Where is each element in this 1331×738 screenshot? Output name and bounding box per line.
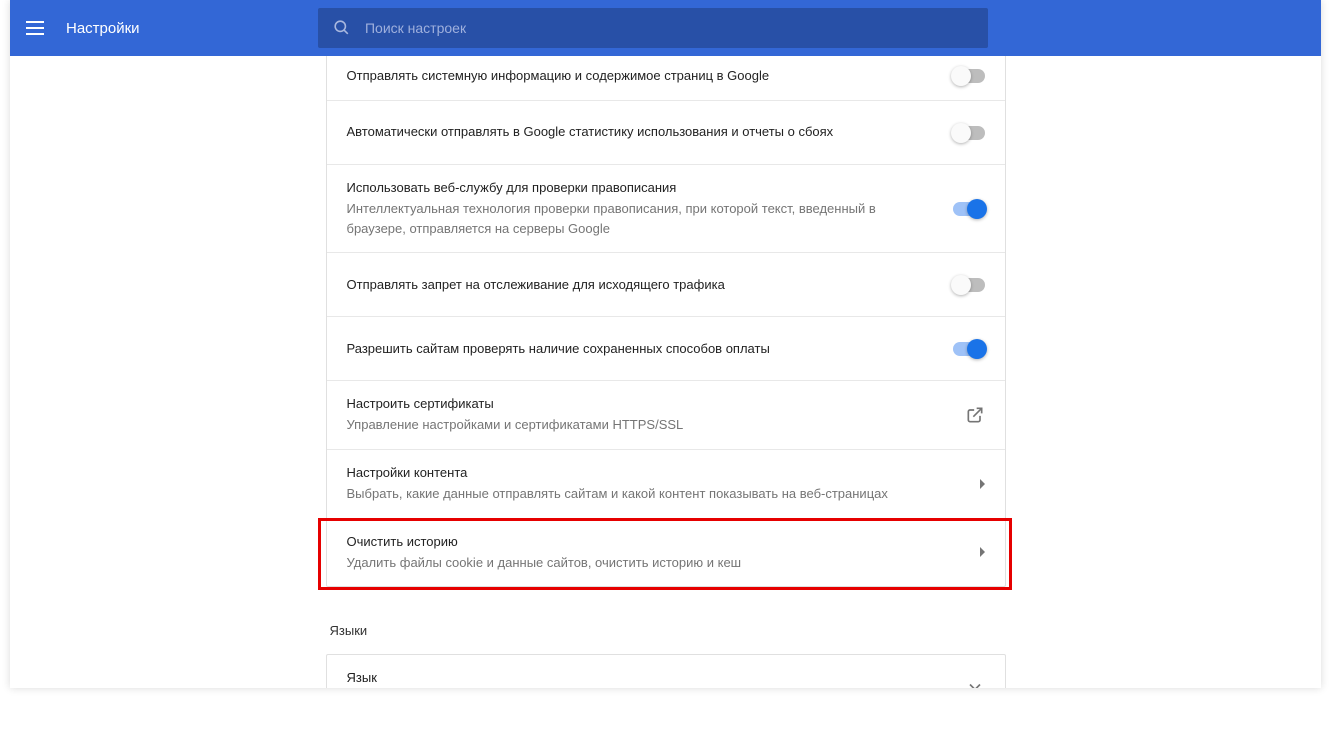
languages-panel: Язык русский Проверка правописания — [326, 654, 1006, 688]
external-link-icon — [965, 405, 985, 425]
row-title: Отправлять системную информацию и содерж… — [347, 67, 933, 85]
row-subtitle: Управление настройками и сертификатами H… — [347, 415, 945, 435]
row-title: Настройки контента — [347, 464, 960, 482]
row-content-settings[interactable]: Настройки контента Выбрать, какие данные… — [327, 449, 1005, 518]
row-subtitle: Удалить файлы cookie и данные сайтов, оч… — [347, 553, 960, 573]
header: Настройки — [10, 0, 1321, 56]
row-title: Разрешить сайтам проверять наличие сохра… — [347, 340, 933, 358]
row-clear-history[interactable]: Очистить историю Удалить файлы cookie и … — [327, 518, 1005, 587]
search-input[interactable] — [365, 20, 974, 36]
toggle-send-system-info[interactable] — [953, 69, 985, 83]
row-title: Отправлять запрет на отслеживание для ис… — [347, 276, 933, 294]
row-send-system-info: Отправлять системную информацию и содерж… — [327, 56, 1005, 100]
row-auto-stats: Автоматически отправлять в Google статис… — [327, 100, 1005, 164]
row-title: Автоматически отправлять в Google статис… — [347, 123, 933, 141]
row-certificates[interactable]: Настроить сертификаты Управление настрой… — [327, 380, 1005, 449]
row-language[interactable]: Язык русский — [327, 655, 1005, 688]
chevron-right-icon — [980, 547, 985, 557]
toggle-spellcheck-service[interactable] — [953, 202, 985, 216]
page-title: Настройки — [66, 20, 140, 37]
row-subtitle: Выбрать, какие данные отправлять сайтам … — [347, 484, 960, 504]
row-title: Настроить сертификаты — [347, 395, 945, 413]
page: Настройки Отправлять системную информаци… — [10, 0, 1321, 688]
chevron-down-icon — [965, 677, 985, 688]
content: Отправлять системную информацию и содерж… — [326, 56, 1006, 688]
privacy-panel: Отправлять системную информацию и содерж… — [326, 56, 1006, 587]
row-spellcheck-service: Использовать веб-службу для проверки пра… — [327, 164, 1005, 252]
row-title: Использовать веб-службу для проверки пра… — [347, 179, 933, 197]
row-title: Язык — [347, 669, 945, 687]
row-do-not-track: Отправлять запрет на отслеживание для ис… — [327, 252, 1005, 316]
menu-icon[interactable] — [26, 16, 50, 40]
search-icon — [332, 18, 351, 38]
row-payment-check: Разрешить сайтам проверять наличие сохра… — [327, 316, 1005, 380]
chevron-right-icon — [980, 479, 985, 489]
section-heading-languages: Языки — [330, 623, 1006, 638]
row-title: Очистить историю — [347, 533, 960, 551]
toggle-auto-stats[interactable] — [953, 126, 985, 140]
toggle-do-not-track[interactable] — [953, 278, 985, 292]
row-subtitle: Интеллектуальная технология проверки пра… — [347, 199, 933, 238]
toggle-payment-check[interactable] — [953, 342, 985, 356]
search-field[interactable] — [318, 8, 988, 48]
